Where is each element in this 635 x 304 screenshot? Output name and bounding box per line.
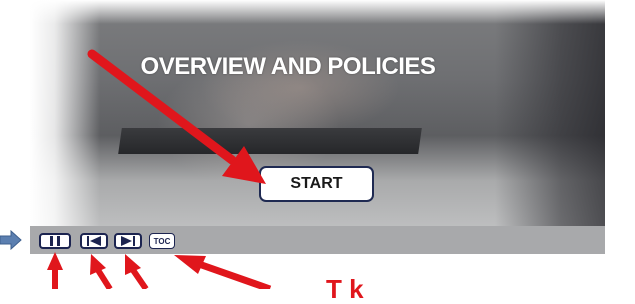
start-button[interactable]: START <box>259 166 374 202</box>
laptop-photo <box>118 128 422 154</box>
table-of-contents-button[interactable]: TOC <box>149 233 175 249</box>
next-slide-button[interactable] <box>114 233 142 249</box>
pause-button[interactable] <box>39 233 71 249</box>
photo-fade-left <box>30 0 100 226</box>
skip-back-icon <box>87 236 101 246</box>
slide-title: OVERVIEW AND POLICIES <box>140 53 436 80</box>
previous-slide-button[interactable] <box>80 233 108 249</box>
photo-fade-top <box>30 0 605 24</box>
skip-forward-icon <box>121 236 135 246</box>
arrow-to-next <box>125 254 149 289</box>
side-arrow-icon <box>0 230 22 250</box>
arrow-to-toc <box>174 255 272 289</box>
photo-shadow <box>495 0 605 226</box>
arrow-to-pause <box>47 252 63 289</box>
arrow-to-previous <box>90 254 113 289</box>
annotation-label: T k <box>326 274 364 304</box>
pause-icon <box>50 236 60 246</box>
